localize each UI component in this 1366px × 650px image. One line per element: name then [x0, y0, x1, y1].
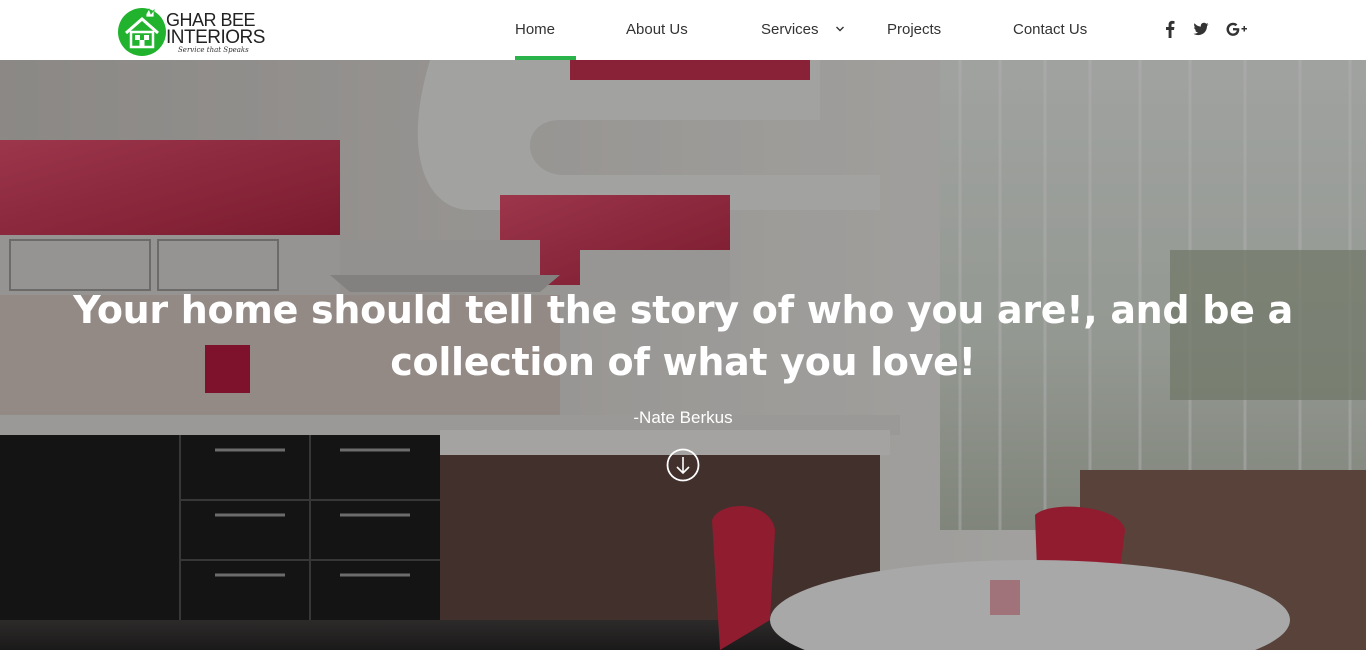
nav-home[interactable]: Home: [515, 0, 577, 60]
hero-quote: Your home should tell the story of who y…: [73, 288, 1293, 384]
hero-section: Your home should tell the story of who y…: [0, 60, 1366, 650]
nav-contact-us[interactable]: Contact Us: [1013, 0, 1087, 60]
twitter-icon[interactable]: [1193, 20, 1209, 40]
nav-projects[interactable]: Projects: [887, 0, 941, 60]
main-nav: Home About Us Services Projects Contact …: [0, 0, 1366, 60]
site-header: GHAR BEE INTERIORS Service that Speaks H…: [0, 0, 1366, 60]
nav-services[interactable]: Services: [761, 0, 819, 60]
nav-about-us[interactable]: About Us: [626, 0, 688, 60]
facebook-icon[interactable]: [1165, 20, 1175, 40]
hero-quote-author: -Nate Berkus: [633, 408, 733, 427]
arrow-down-circle-icon[interactable]: [666, 448, 700, 482]
google-plus-icon[interactable]: [1226, 20, 1248, 40]
chevron-down-icon[interactable]: [835, 24, 845, 34]
